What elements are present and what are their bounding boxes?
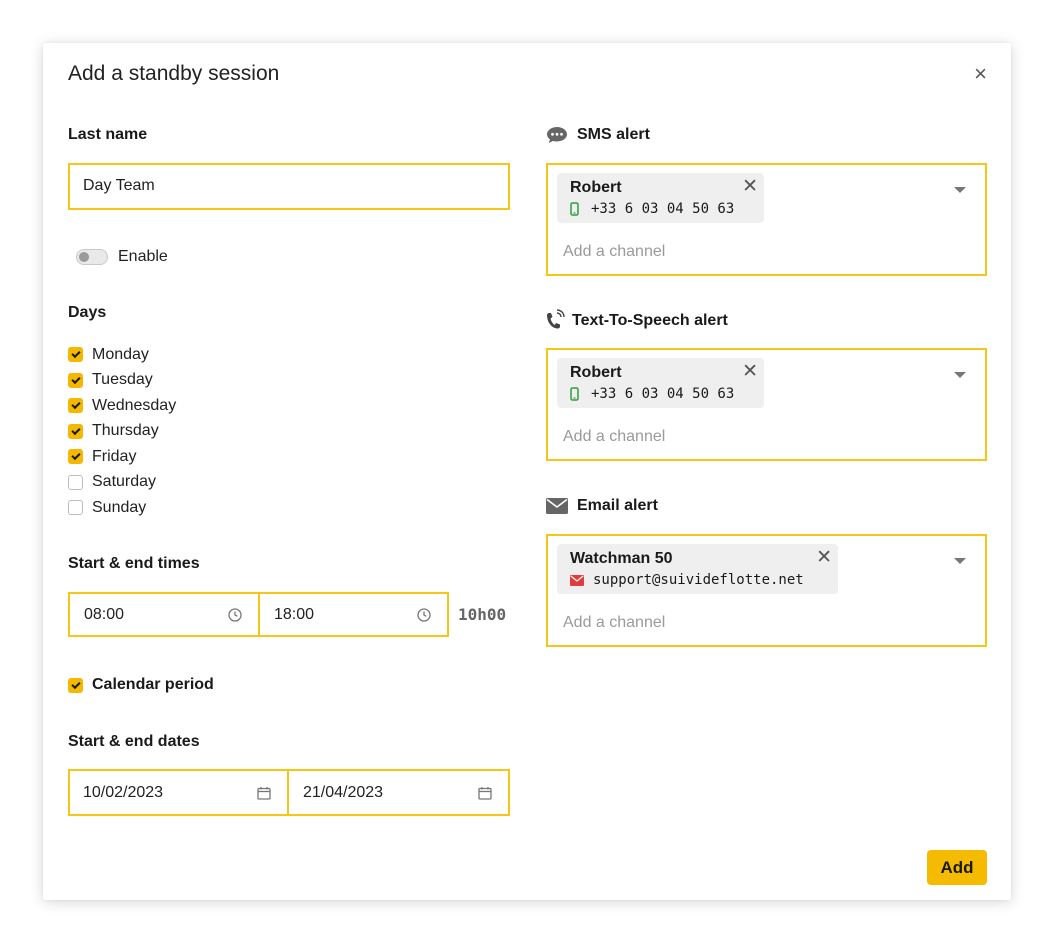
day-label: Thursday <box>92 422 159 440</box>
add-button[interactable]: Add <box>927 850 987 885</box>
day-friday[interactable]: Friday <box>68 444 176 470</box>
toggle-track <box>76 249 108 265</box>
remove-chip-icon[interactable]: ✕ <box>816 546 832 569</box>
day-label: Tuesday <box>92 371 153 389</box>
phone-ringing-icon <box>547 309 565 329</box>
day-tuesday[interactable]: Tuesday <box>68 368 176 394</box>
end-time-value: 18:00 <box>274 606 315 623</box>
day-saturday[interactable]: Saturday <box>68 470 176 496</box>
end-date-value: 21/04/2023 <box>303 784 384 801</box>
remove-chip-icon[interactable]: ✕ <box>742 175 758 198</box>
chip-value: support@suivideflotte.net <box>593 572 804 588</box>
last-name-value: Day Team <box>83 177 155 194</box>
remove-chip-icon[interactable]: ✕ <box>742 360 758 383</box>
calendar-icon[interactable] <box>257 786 271 800</box>
day-thursday[interactable]: Thursday <box>68 419 176 445</box>
checkbox-icon <box>68 500 83 516</box>
checkbox-icon <box>68 423 83 439</box>
start-date-input[interactable]: 10/02/2023 <box>68 769 289 816</box>
checkbox-icon <box>68 449 83 465</box>
days-label: Days <box>68 304 107 321</box>
tts-alert-label: Text-To-Speech alert <box>572 312 728 329</box>
end-date-input[interactable]: 21/04/2023 <box>287 769 510 816</box>
enable-label: Enable <box>118 248 168 265</box>
mobile-phone-icon <box>570 387 579 401</box>
add-channel-placeholder[interactable]: Add a channel <box>563 614 665 632</box>
chevron-down-icon[interactable] <box>954 187 966 193</box>
day-wednesday[interactable]: Wednesday <box>68 393 176 419</box>
add-channel-placeholder[interactable]: Add a channel <box>563 428 665 446</box>
checkbox-icon <box>68 474 83 490</box>
last-name-label: Last name <box>68 126 148 143</box>
end-time-input[interactable]: 18:00 <box>258 592 449 637</box>
start-time-input[interactable]: 08:00 <box>68 592 260 637</box>
close-icon[interactable]: × <box>974 63 987 85</box>
sms-channel-select[interactable]: Robert +33 6 03 04 50 63 ✕ Add a channel <box>546 163 987 276</box>
day-label: Saturday <box>92 473 157 491</box>
chat-bubble-icon <box>547 127 567 143</box>
day-monday[interactable]: Monday <box>68 342 176 368</box>
chip-name: Robert <box>570 179 622 196</box>
clock-icon[interactable] <box>417 608 431 622</box>
chip-value: +33 6 03 04 50 63 <box>591 386 735 402</box>
checkbox-icon <box>68 347 83 363</box>
standby-session-dialog: Add a standby session × Last name Day Te… <box>43 43 1011 900</box>
last-name-field[interactable]: Day Team <box>68 163 510 210</box>
checkbox-icon <box>68 677 83 693</box>
day-label: Monday <box>92 345 149 363</box>
sms-alert-label: SMS alert <box>577 126 650 143</box>
chip-name: Watchman 50 <box>570 550 673 567</box>
checkbox-icon <box>68 398 83 414</box>
day-label: Sunday <box>92 498 147 516</box>
days-list: Monday Tuesday Wednesday Thursday Friday… <box>68 342 176 521</box>
day-sunday[interactable]: Sunday <box>68 495 176 521</box>
enable-toggle[interactable]: Enable <box>76 248 168 266</box>
email-alert-label: Email alert <box>577 497 658 514</box>
duration-text: 10h00 <box>458 605 507 624</box>
email-channel-select[interactable]: Watchman 50 support@suivideflotte.net ✕ … <box>546 534 987 647</box>
tts-channel-select[interactable]: Robert +33 6 03 04 50 63 ✕ Add a channel <box>546 348 987 461</box>
channel-chip: Watchman 50 support@suivideflotte.net ✕ <box>557 544 838 594</box>
toggle-knob <box>79 252 89 262</box>
channel-chip: Robert +33 6 03 04 50 63 ✕ <box>557 173 764 223</box>
dialog-title: Add a standby session <box>68 62 280 85</box>
times-label: Start & end times <box>68 555 200 572</box>
calendar-icon[interactable] <box>478 786 492 800</box>
envelope-icon <box>570 574 584 586</box>
mobile-phone-icon <box>570 202 579 216</box>
calendar-period-label: Calendar period <box>92 676 214 693</box>
start-time-value: 08:00 <box>84 606 125 623</box>
channel-chip: Robert +33 6 03 04 50 63 ✕ <box>557 358 764 408</box>
add-channel-placeholder[interactable]: Add a channel <box>563 243 665 261</box>
chevron-down-icon[interactable] <box>954 558 966 564</box>
chip-value: +33 6 03 04 50 63 <box>591 201 735 217</box>
clock-icon[interactable] <box>228 608 242 622</box>
calendar-period-checkbox[interactable]: Calendar period <box>68 676 214 694</box>
start-date-value: 10/02/2023 <box>83 784 164 801</box>
envelope-icon <box>546 498 568 514</box>
chip-name: Robert <box>570 364 622 381</box>
day-label: Friday <box>92 447 137 465</box>
chevron-down-icon[interactable] <box>954 372 966 378</box>
day-label: Wednesday <box>92 396 177 414</box>
dates-label: Start & end dates <box>68 733 200 750</box>
checkbox-icon <box>68 372 83 388</box>
